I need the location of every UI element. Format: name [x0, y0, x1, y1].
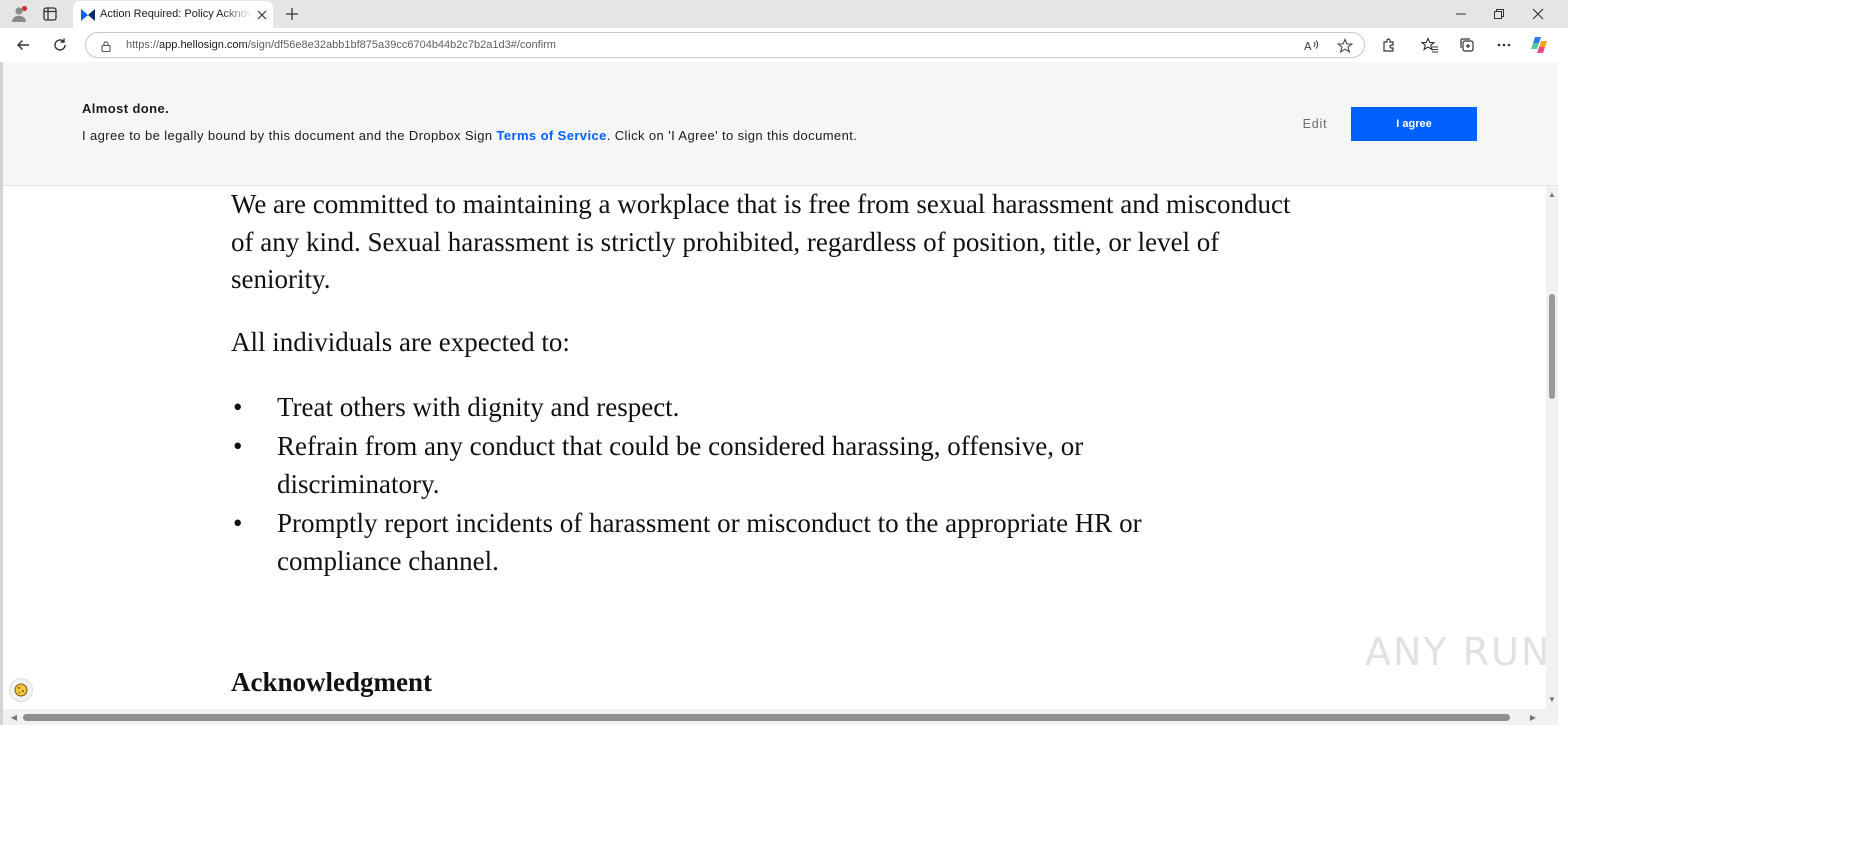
back-button[interactable] [13, 35, 33, 55]
bullet-icon: • [233, 508, 243, 538]
horizontal-scroll-thumb[interactable] [23, 714, 1510, 721]
refresh-icon [54, 38, 66, 51]
list-item-text: Promptly report incidents of harassment … [277, 508, 1142, 576]
page-viewport: Almost done. I agree to be legally bound… [0, 62, 1568, 725]
legal-agreement-text: I agree to be legally bound by this docu… [82, 128, 857, 143]
svg-text:A: A [1304, 40, 1312, 53]
scroll-left-icon[interactable]: ◀ [8, 711, 20, 723]
collections-icon [1460, 38, 1474, 52]
dropbox-sign-logo-icon [80, 7, 96, 23]
plus-icon [286, 8, 298, 20]
settings-menu-button[interactable] [1494, 35, 1514, 55]
almost-done-heading: Almost done. [82, 101, 170, 116]
url-host: app.hellosign.com [159, 39, 248, 51]
url-path: /sign/df56e8e32abb1bf875a39cc6704b44b2c7… [247, 39, 556, 51]
bullet-icon: • [233, 392, 243, 422]
close-icon[interactable] [254, 7, 270, 23]
scroll-down-icon[interactable]: ▼ [1546, 693, 1558, 705]
close-window-button[interactable] [1519, 0, 1557, 28]
lock-icon[interactable] [100, 39, 112, 53]
favorites-button[interactable] [1420, 35, 1440, 55]
expectations-intro: All individuals are expected to: [231, 327, 570, 357]
tab-active[interactable]: Action Required: Policy Acknowledgment [73, 1, 273, 28]
acknowledgment-heading: Acknowledgment [231, 667, 432, 697]
bullet-icon: • [233, 431, 243, 461]
copilot-icon [1531, 37, 1547, 53]
minimize-button[interactable] [1442, 0, 1480, 28]
more-icon [1497, 43, 1511, 47]
url-scheme: https:// [126, 39, 160, 51]
list-item-text: Treat others with dignity and respect. [277, 392, 680, 422]
favorite-star-icon[interactable] [1336, 37, 1354, 55]
extensions-button[interactable] [1379, 35, 1399, 55]
signature-confirm-bar: Almost done. I agree to be legally bound… [3, 62, 1558, 186]
restore-icon [1494, 9, 1504, 19]
restore-button[interactable] [1480, 0, 1518, 28]
horizontal-scrollbar[interactable]: ◀ ▶ [3, 709, 1558, 725]
scroll-right-icon[interactable]: ▶ [1527, 711, 1539, 723]
legal-text-start: I agree to be legally bound by this docu… [82, 128, 497, 143]
policy-paragraph: We are committed to maintaining a workpl… [231, 189, 1291, 295]
tab-bar: Action Required: Policy Acknowledgment [0, 0, 1568, 28]
copilot-button[interactable] [1529, 35, 1549, 55]
edit-button[interactable]: Edit [1293, 114, 1337, 134]
legal-text-end: . Click on 'I Agree' to sign this docume… [606, 128, 858, 143]
browser-window: Action Required: Policy Acknowledgment [0, 0, 1568, 725]
vertical-scrollbar[interactable]: ▲ ▼ [1546, 186, 1558, 709]
close-icon [1532, 8, 1544, 20]
minimize-icon [1456, 13, 1466, 15]
favorites-icon [1421, 37, 1438, 53]
back-arrow-icon [17, 40, 29, 50]
watermark: ANY RUN [1365, 630, 1552, 674]
navigation-bar: https://app.hellosign.com/sign/df56e8e32… [0, 28, 1568, 62]
cookie-settings-icon[interactable] [9, 678, 33, 702]
vertical-scroll-thumb[interactable] [1549, 294, 1555, 399]
puzzle-icon [1383, 38, 1394, 52]
collections-button[interactable] [1457, 35, 1477, 55]
address-bar[interactable]: https://app.hellosign.com/sign/df56e8e32… [85, 32, 1365, 58]
workspaces-icon[interactable] [40, 4, 60, 24]
profile-icon[interactable] [9, 4, 29, 24]
url-text[interactable]: https://app.hellosign.com/sign/df56e8e32… [126, 39, 556, 51]
read-aloud-icon[interactable]: A [1303, 37, 1321, 55]
list-item-text: Refrain from any conduct that could be c… [277, 431, 1084, 499]
i-agree-button[interactable]: I agree [1351, 107, 1477, 141]
terms-of-service-link[interactable]: Terms of Service [497, 128, 607, 143]
refresh-button[interactable] [50, 35, 70, 55]
tab-title: Action Required: Policy Acknowledgment [100, 8, 252, 20]
new-tab-button[interactable] [282, 4, 302, 24]
scroll-up-icon[interactable]: ▲ [1546, 188, 1558, 200]
